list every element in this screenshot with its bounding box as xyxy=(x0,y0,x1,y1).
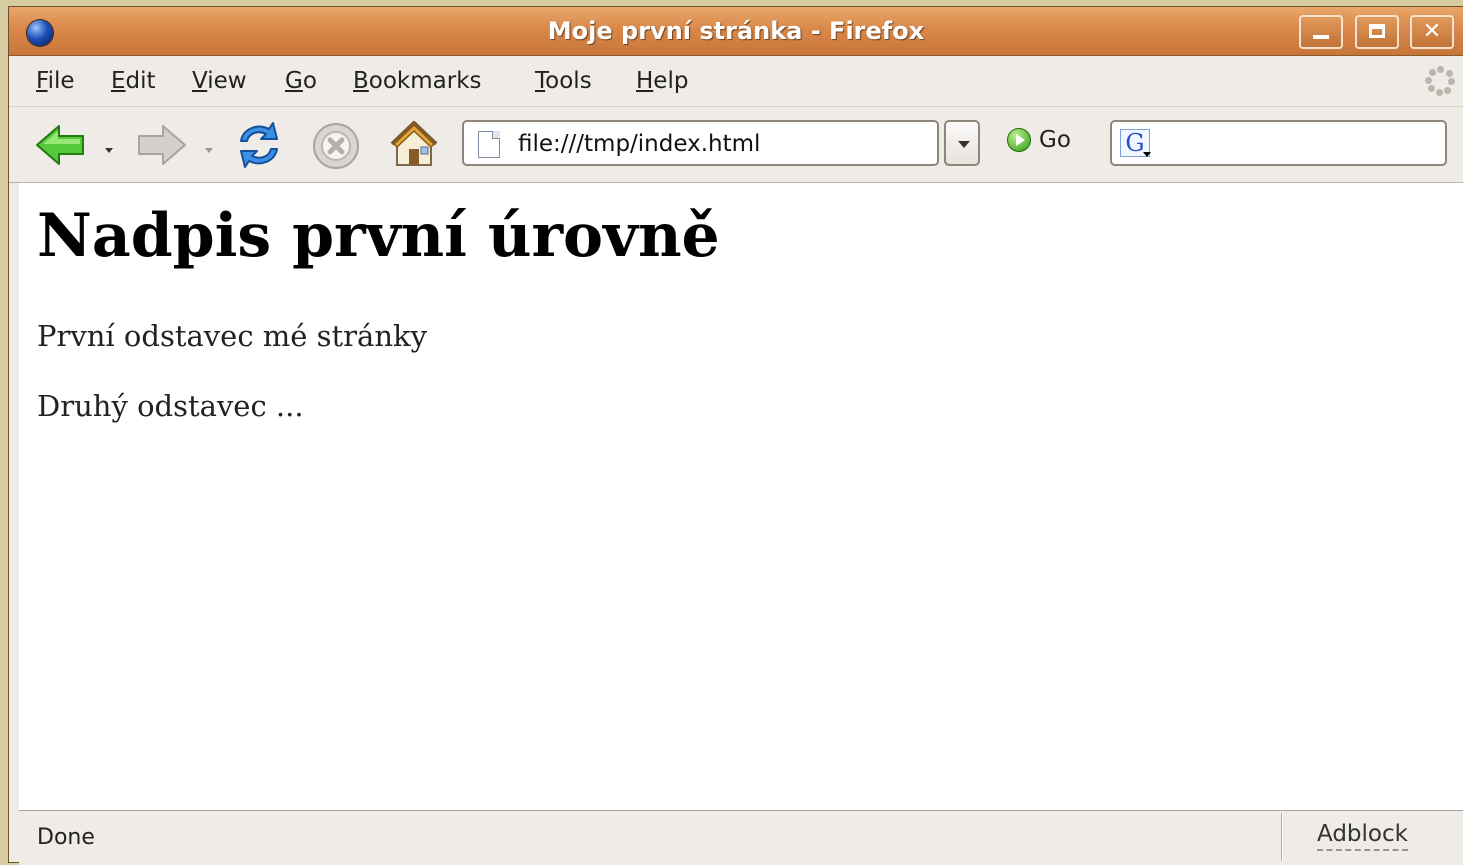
url-text[interactable]: file:///tmp/index.html xyxy=(518,131,760,157)
menu-file[interactable]: File xyxy=(36,68,75,94)
throbber-icon xyxy=(1425,66,1455,96)
search-engine-selector[interactable]: G xyxy=(1120,129,1151,157)
forward-arrow-icon xyxy=(138,125,186,165)
status-divider xyxy=(1281,813,1282,861)
status-text: Done xyxy=(37,825,95,850)
url-field[interactable]: file:///tmp/index.html xyxy=(462,120,939,166)
page-document-icon xyxy=(478,131,500,158)
reload-button[interactable] xyxy=(233,119,285,175)
url-history-dropdown[interactable] xyxy=(944,120,980,166)
paragraph-1: První odstavec mé stránky xyxy=(37,319,427,353)
back-button[interactable] xyxy=(35,123,87,171)
maximize-button[interactable] xyxy=(1355,15,1399,49)
menu-help[interactable]: Help xyxy=(636,68,688,94)
menu-bookmarks[interactable]: Bookmarks xyxy=(353,68,482,94)
chevron-down-icon xyxy=(958,141,970,148)
menu-view[interactable]: View xyxy=(192,68,247,94)
browser-window: Moje první stránka - Firefox ✕ File Edit… xyxy=(8,6,1463,865)
home-button[interactable] xyxy=(387,117,441,175)
status-bar: Done Adblock xyxy=(19,810,1463,865)
page-heading: Nadpis první úrovně xyxy=(37,201,720,271)
close-icon: ✕ xyxy=(1422,19,1442,44)
paragraph-2: Druhý odstavec ... xyxy=(37,389,304,423)
adblock-button[interactable]: Adblock xyxy=(1317,821,1408,851)
minimize-button[interactable] xyxy=(1299,15,1343,49)
close-button[interactable]: ✕ xyxy=(1410,15,1454,49)
home-icon xyxy=(390,121,438,166)
go-arrow-icon xyxy=(1007,128,1031,152)
menu-edit[interactable]: Edit xyxy=(111,68,156,94)
google-icon: G xyxy=(1125,129,1145,157)
back-arrow-icon xyxy=(36,125,84,165)
menu-tools[interactable]: Tools xyxy=(535,68,592,94)
navigation-toolbar: file:///tmp/index.html Go G xyxy=(9,107,1463,183)
minimize-icon xyxy=(1301,17,1341,47)
stop-button[interactable] xyxy=(311,121,361,175)
go-label: Go xyxy=(1039,127,1071,153)
engine-dropdown-icon xyxy=(1143,152,1151,157)
menu-go[interactable]: Go xyxy=(285,68,317,94)
reload-icon xyxy=(240,122,278,168)
maximize-icon xyxy=(1357,17,1397,47)
window-title: Moje první stránka - Firefox xyxy=(547,17,925,45)
back-history-dropdown[interactable] xyxy=(105,148,113,153)
stop-icon xyxy=(313,123,359,169)
title-bar[interactable]: Moje první stránka - Firefox ✕ xyxy=(9,7,1463,56)
page-content[interactable]: Nadpis první úrovně První odstavec mé st… xyxy=(19,183,1463,810)
search-field[interactable]: G xyxy=(1110,120,1447,166)
menu-bar: File Edit View Go Bookmarks Tools Help xyxy=(9,56,1463,107)
forward-button[interactable] xyxy=(135,123,187,171)
forward-history-dropdown[interactable] xyxy=(205,148,213,153)
